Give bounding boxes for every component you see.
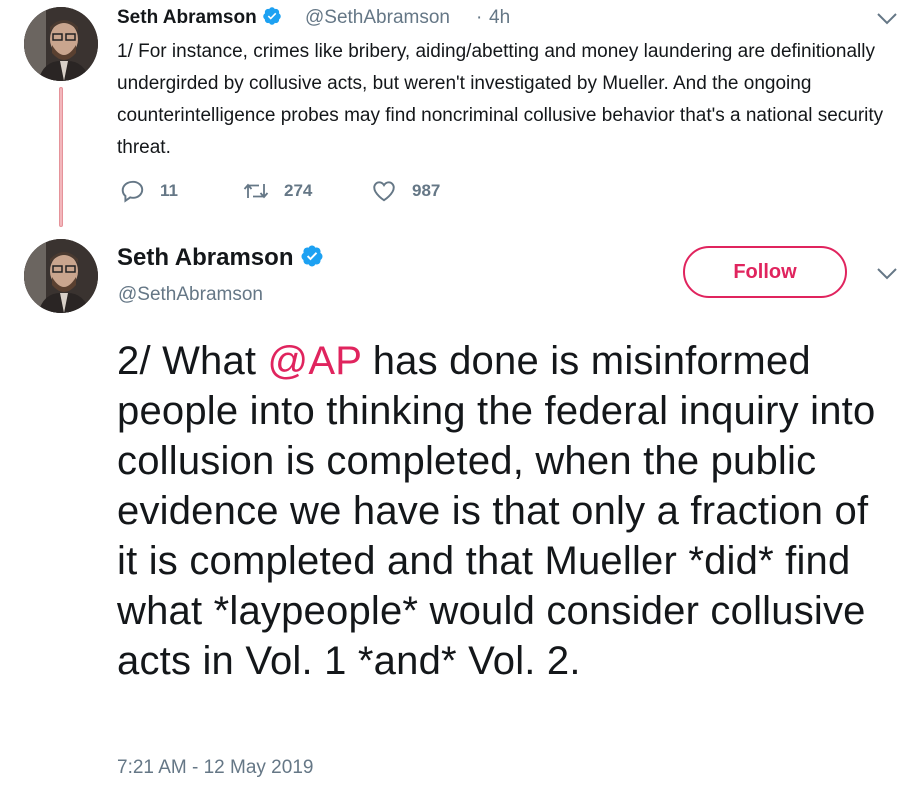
author-name-text: Seth Abramson [117,7,257,28]
avatar[interactable] [24,7,98,81]
verified-badge-icon [301,245,323,267]
tweet-timestamp[interactable]: 4h [489,7,510,29]
reply-icon [121,180,144,203]
retweet-count: 274 [284,181,313,200]
author-name-text: Seth Abramson [117,244,294,271]
reply-button[interactable]: 11 [120,176,178,206]
like-count: 987 [412,181,441,200]
chevron-down-icon [877,13,897,25]
author-name[interactable]: Seth Abramson [117,6,282,29]
tweet-text: 1/ For instance, crimes like bribery, ai… [117,41,884,158]
chevron-down-icon [877,268,897,280]
tweet-menu-button[interactable] [876,267,898,286]
author-handle[interactable]: @SethAbramson [305,7,450,29]
author-name[interactable]: Seth Abramson [117,244,324,272]
retweet-icon [243,183,269,199]
like-button[interactable]: 987 [370,176,440,206]
heart-icon [373,181,395,202]
verified-badge-icon [263,7,281,25]
retweet-button[interactable]: 274 [242,176,312,206]
mention-link[interactable]: @AP [268,339,362,383]
author-handle[interactable]: @SethAbramson [118,284,263,306]
avatar[interactable] [24,239,98,313]
tweet-text-rest: has done is misinformed people into thin… [117,339,876,683]
tweet-menu-button[interactable] [876,12,898,31]
reply-count: 11 [160,181,178,200]
tweet-timestamp[interactable]: 7:21 AM - 12 May 2019 [117,757,313,779]
separator-dot: · [476,7,483,28]
follow-button[interactable]: Follow [683,246,847,298]
thread-connector-line [59,87,63,227]
tweet-text-start: 2/ What [117,339,268,383]
tweet-actions: 11 274 987 [120,176,520,206]
tweet-text: 2/ What @AP has done is misinformed peop… [117,336,887,686]
